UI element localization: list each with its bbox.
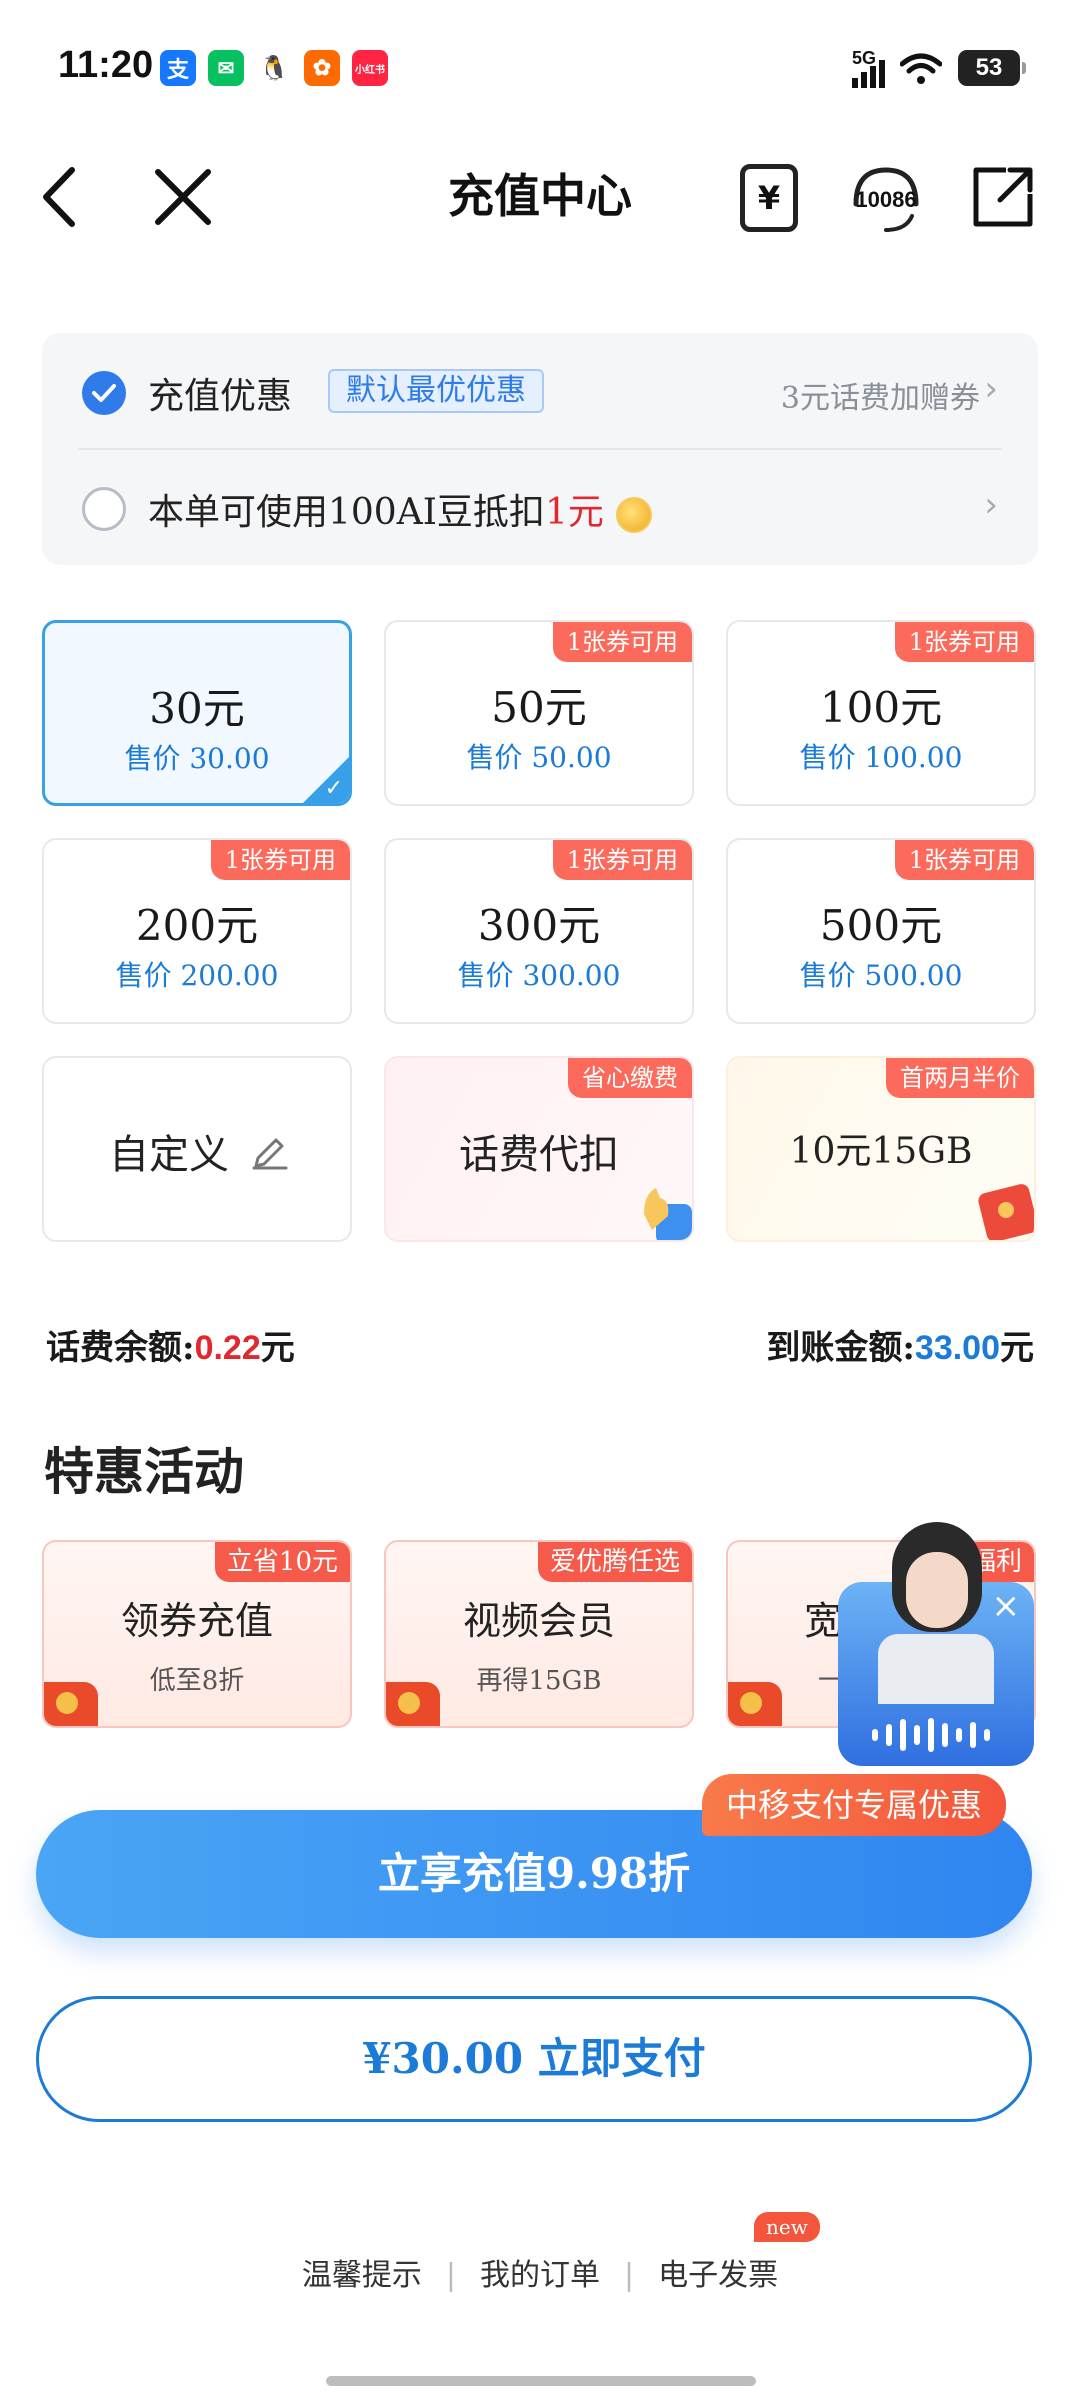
specials-title: 特惠活动 bbox=[44, 1442, 244, 1501]
pay-now-button[interactable]: ¥30.00 立即支付 bbox=[36, 1996, 1032, 2122]
amount-price: 售价 50.00 bbox=[466, 741, 612, 774]
amount-card-200[interactable]: 1张券可用 200元 售价 200.00 bbox=[42, 838, 352, 1024]
activity-card-coupon[interactable]: 立省10元 领券充值 低至8折 bbox=[42, 1540, 352, 1728]
ai-beans-amount: 1元 bbox=[544, 492, 604, 533]
arrival-info: 到账金额:33.00元 bbox=[766, 1320, 1034, 1369]
battery-indicator: 53 bbox=[958, 50, 1026, 86]
coupon-tag: 1张券可用 bbox=[210, 840, 350, 880]
status-time: 11:20 bbox=[58, 44, 154, 86]
amount-price: 售价 300.00 bbox=[457, 959, 621, 992]
customer-service-icon[interactable]: 10086 bbox=[846, 164, 926, 236]
footer-links: 温馨提示 | 我的订单 | 电子发票 bbox=[301, 2258, 779, 2293]
data-plan-card[interactable]: 首两月半价 10元15GB bbox=[726, 1056, 1036, 1242]
amount-value: 500元 bbox=[819, 901, 943, 950]
assistant-avatar bbox=[892, 1522, 982, 1632]
qq-icon: 🐧 bbox=[256, 50, 292, 86]
home-indicator[interactable] bbox=[326, 2376, 756, 2386]
footer-link-invoice[interactable]: 电子发票 bbox=[658, 2258, 778, 2293]
amount-value: 50元 bbox=[491, 683, 587, 732]
unchecked-icon[interactable] bbox=[82, 487, 126, 531]
promo-tag: 首两月半价 bbox=[886, 1058, 1034, 1098]
xiaohongshu-icon: 小红书 bbox=[352, 50, 388, 86]
coupon-tag: 1张券可用 bbox=[894, 622, 1034, 662]
activity-tag: 爱优腾任选 bbox=[537, 1542, 692, 1582]
custom-label: 自定义 bbox=[109, 1132, 229, 1178]
arrival-unit: 元 bbox=[1000, 1328, 1034, 1368]
amount-value: 200元 bbox=[135, 901, 259, 950]
activity-title: 领券充值 bbox=[120, 1599, 273, 1643]
payment-promo-tag: 中移支付专属优惠 bbox=[702, 1774, 1007, 1836]
amount-card-300[interactable]: 1张券可用 300元 售价 300.00 bbox=[384, 838, 694, 1024]
amount-card-100[interactable]: 1张券可用 100元 售价 100.00 bbox=[726, 620, 1036, 806]
chevron-right-icon: › bbox=[984, 369, 998, 409]
ai-beans-text: 本单可使用100AI豆抵扣 bbox=[148, 492, 545, 533]
wechat-icon: ✉ bbox=[208, 50, 244, 86]
chevron-right-icon: › bbox=[984, 485, 998, 525]
footer-link-orders[interactable]: 我的订单 bbox=[480, 2258, 600, 2293]
share-icon[interactable] bbox=[970, 164, 1036, 230]
amount-value: 30元 bbox=[149, 684, 245, 733]
activity-card-video[interactable]: 爱优腾任选 视频会员 再得15GB bbox=[384, 1540, 694, 1728]
taobao-icon: ✿ bbox=[304, 50, 340, 86]
ai-assistant-widget[interactable]: × bbox=[838, 1522, 1034, 1766]
thumbs-up-icon bbox=[644, 1188, 692, 1240]
wifi-icon bbox=[900, 53, 942, 84]
service-number: 10086 bbox=[855, 187, 917, 212]
footer-link-tips[interactable]: 温馨提示 bbox=[302, 2258, 422, 2293]
amount-card-30[interactable]: 30元 售价 30.00 ✓ bbox=[42, 620, 352, 806]
balance-unit: 元 bbox=[260, 1328, 295, 1368]
amount-value: 300元 bbox=[477, 901, 601, 950]
balance-label: 话费余额: bbox=[46, 1328, 195, 1368]
bill-icon[interactable]: ¥ bbox=[740, 164, 798, 232]
close-icon[interactable]: × bbox=[992, 1586, 1021, 1626]
data-plan-label: 10元15GB bbox=[789, 1131, 973, 1172]
assistant-body bbox=[878, 1634, 994, 1704]
edit-icon bbox=[252, 1138, 288, 1170]
amount-value: 100元 bbox=[819, 683, 943, 732]
default-best-badge: 默认最优优惠 bbox=[328, 369, 544, 413]
amount-card-50[interactable]: 1张券可用 50元 售价 50.00 bbox=[384, 620, 694, 806]
promo-label: 充值优惠 bbox=[148, 376, 293, 417]
red-envelope-icon bbox=[978, 1184, 1034, 1240]
coin-icon bbox=[615, 497, 652, 533]
auto-deduct-card[interactable]: 省心缴费 话费代扣 bbox=[384, 1056, 694, 1242]
signal-icon bbox=[852, 60, 885, 88]
promo-coupon-text: 3元话费加赠券 bbox=[780, 381, 980, 416]
arrival-label: 到账金额: bbox=[766, 1328, 915, 1368]
auto-deduct-label: 话费代扣 bbox=[459, 1132, 619, 1178]
checkmark-icon: ✓ bbox=[324, 776, 343, 801]
balance-info: 话费余额:0.22元 bbox=[46, 1320, 295, 1369]
coupon-tag: 1张券可用 bbox=[894, 840, 1034, 880]
activity-tag: 立省10元 bbox=[214, 1542, 350, 1582]
red-envelope-icon bbox=[44, 1682, 98, 1726]
voice-wave-icon bbox=[872, 1718, 990, 1752]
promo-tag: 省心缴费 bbox=[568, 1058, 692, 1098]
new-badge: new bbox=[754, 2212, 820, 2242]
red-envelope-icon bbox=[386, 1682, 440, 1726]
balance-value: 0.22 bbox=[194, 1329, 261, 1367]
checked-icon[interactable] bbox=[82, 371, 126, 415]
red-envelope-icon bbox=[728, 1682, 782, 1726]
coupon-tag: 1张券可用 bbox=[552, 840, 692, 880]
activity-title: 视频会员 bbox=[462, 1599, 615, 1643]
amount-price: 售价 100.00 bbox=[799, 741, 963, 774]
promo-row-discount[interactable]: 充值优惠 默认最优优惠 3元话费加赠券 › bbox=[42, 333, 1038, 449]
amount-price: 售价 500.00 bbox=[799, 959, 963, 992]
promo-row-ai-beans[interactable]: 本单可使用100AI豆抵扣1元 › bbox=[42, 449, 1038, 565]
amount-price: 售价 200.00 bbox=[115, 959, 279, 992]
coupon-tag: 1张券可用 bbox=[552, 622, 692, 662]
custom-amount-card[interactable]: 自定义 bbox=[42, 1056, 352, 1242]
ai-beans-label: 本单可使用100AI豆抵扣1元 bbox=[148, 483, 652, 535]
alipay-icon: 支 bbox=[160, 50, 196, 86]
amount-card-500[interactable]: 1张券可用 500元 售价 500.00 bbox=[726, 838, 1036, 1024]
arrival-value: 33.00 bbox=[914, 1329, 1000, 1367]
